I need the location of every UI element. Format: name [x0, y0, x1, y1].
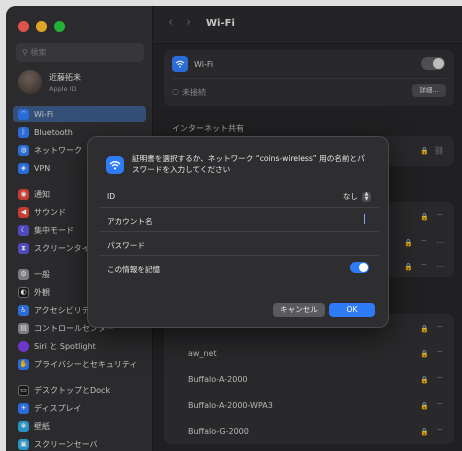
- password-field[interactable]: パスワード: [99, 232, 379, 256]
- id-value: なし: [342, 192, 358, 201]
- account-name-label: アカウント名: [107, 217, 153, 226]
- account-name-field[interactable]: アカウント名: [99, 208, 379, 232]
- wifi-auth-dialog: 証明書を選択するか、ネットワーク “coins-wireless” 用の名前とパ…: [87, 136, 389, 328]
- id-row: ID なし ▲ ▼: [99, 184, 379, 208]
- wifi-icon: [106, 156, 124, 174]
- dialog-message: 証明書を選択するか、ネットワーク “coins-wireless” 用の名前とパ…: [132, 154, 365, 174]
- remember-row: この情報を記憶: [99, 256, 379, 280]
- id-label: ID: [107, 192, 116, 201]
- remember-label: この情報を記憶: [107, 265, 161, 274]
- text-cursor: [363, 214, 365, 224]
- chevron-updown-icon: ▲ ▼: [362, 191, 371, 202]
- cancel-button[interactable]: キャンセル: [273, 303, 325, 317]
- remember-toggle[interactable]: [350, 262, 369, 273]
- password-label: パスワード: [107, 241, 145, 250]
- ok-button[interactable]: OK: [329, 303, 375, 317]
- id-popup-button[interactable]: なし ▲ ▼: [343, 191, 371, 202]
